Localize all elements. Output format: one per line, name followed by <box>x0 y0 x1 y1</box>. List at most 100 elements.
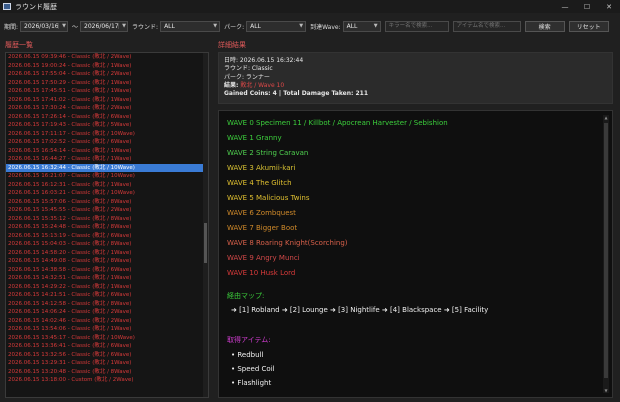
scrollbar-thumb[interactable] <box>204 223 207 263</box>
wave-line: WAVE 3 Akumii-kari <box>227 164 296 172</box>
history-row[interactable]: 2026.06.15 13:36:41 - Classic (敗北 / 6Wav… <box>6 342 208 351</box>
history-row[interactable]: 2026.06.15 14:12:58 - Classic (敗北 / 8Wav… <box>6 300 208 309</box>
acquired-item: • Redbull <box>231 351 264 359</box>
filter-toolbar: 期間: 2026/03/16 ▼ 〜 2026/06/17 ▼ ラウンド: AL… <box>0 18 620 34</box>
chevron-down-icon: ▼ <box>299 22 304 29</box>
history-row[interactable]: 2026.06.15 16:21:07 - Classic (敗北 / 10Wa… <box>6 172 208 181</box>
window-title: ラウンド履歴 <box>15 2 57 11</box>
history-row[interactable]: 2026.06.15 13:20:48 - Classic (敗北 / 8Wav… <box>6 368 208 377</box>
history-row[interactable]: 2026.06.15 17:30:24 - Classic (敗北 / 2Wav… <box>6 104 208 113</box>
history-row[interactable]: 2026.06.15 14:32:51 - Classic (敗北 / 1Wav… <box>6 274 208 283</box>
history-row[interactable]: 2026.06.15 14:38:58 - Classic (敗北 / 6Wav… <box>6 266 208 275</box>
summary-result: 結果: 敗北 / Wave 10 <box>224 82 607 90</box>
history-row[interactable]: 2026.06.15 15:57:06 - Classic (敗北 / 8Wav… <box>6 198 208 207</box>
close-button[interactable]: ✕ <box>598 0 620 13</box>
scroll-down-icon[interactable]: ▼ <box>603 388 609 393</box>
wave-label: 到達Wave: <box>310 23 341 31</box>
period-label: 期間: <box>4 23 19 31</box>
date-to-value: 2026/06/17 <box>84 22 119 30</box>
history-row[interactable]: 2026.06.15 13:18:00 - Custom (敗北 / 2Wave… <box>6 376 208 385</box>
history-row[interactable]: 2026.06.15 17:50:29 - Classic (敗北 / 1Wav… <box>6 79 208 88</box>
history-title: 履歴一覧 <box>5 41 33 49</box>
killer-search-input[interactable] <box>384 20 449 32</box>
app-icon <box>3 3 11 10</box>
date-from-value: 2026/03/16 <box>24 22 59 30</box>
detail-panel[interactable]: ▲ ▼ 経由マップ: ➜ [1] Robland ➜ [2] Lounge ➜ … <box>218 110 613 398</box>
tilde-label: 〜 <box>72 23 79 31</box>
history-row[interactable]: 2026.06.15 16:12:31 - Classic (敗北 / 1Wav… <box>6 181 208 190</box>
history-row[interactable]: 2026.06.15 17:11:17 - Classic (敗北 / 10Wa… <box>6 130 208 139</box>
wave-line: WAVE 1 Granny <box>227 134 282 142</box>
history-scrollbar[interactable] <box>203 53 208 397</box>
maximize-button[interactable]: ☐ <box>576 0 598 13</box>
history-row[interactable]: 2026.06.15 17:26:14 - Classic (敗北 / 6Wav… <box>6 113 208 122</box>
result-summary: 日時: 2026.06.15 16:32:44 ラウンド: Classic パー… <box>218 52 613 104</box>
detail-scrollbar[interactable]: ▲ ▼ <box>603 115 609 393</box>
minimize-button[interactable]: — <box>554 0 576 13</box>
wave-line: WAVE 8 Roaring Knight(Scorching) <box>227 239 348 247</box>
perk-select[interactable]: ALL ▼ <box>246 20 307 32</box>
summary-perk: パーク: ランナー <box>224 73 270 81</box>
title-bar: ラウンド履歴 — ☐ ✕ <box>0 0 620 13</box>
chevron-down-icon: ▼ <box>213 22 218 29</box>
history-row[interactable]: 2026.06.15 14:29:22 - Classic (敗北 / 1Wav… <box>6 283 208 292</box>
items-title: 取得アイテム: <box>227 336 271 344</box>
history-row[interactable]: 2026.06.15 15:13:19 - Classic (敗北 / 6Wav… <box>6 232 208 241</box>
result-value: 敗北 / Wave 10 <box>240 81 285 89</box>
history-row[interactable]: 2026.06.15 09:39:46 - Classic (敗北 / 2Wav… <box>6 53 208 62</box>
history-row[interactable]: 2026.06.15 15:35:12 - Classic (敗北 / 8Wav… <box>6 215 208 224</box>
history-row[interactable]: 2026.06.15 17:02:52 - Classic (敗北 / 6Wav… <box>6 138 208 147</box>
history-row[interactable]: 2026.06.15 13:45:17 - Classic (敗北 / 10Wa… <box>6 334 208 343</box>
chevron-down-icon: ▼ <box>58 22 67 29</box>
route-title: 経由マップ: <box>227 292 265 300</box>
history-row[interactable]: 2026.06.15 17:19:43 - Classic (敗北 / 5Wav… <box>6 121 208 130</box>
history-row[interactable]: 2026.06.15 15:04:03 - Classic (敗北 / 8Wav… <box>6 240 208 249</box>
history-row[interactable]: 2026.06.15 16:54:14 - Classic (敗北 / 1Wav… <box>6 147 208 156</box>
history-row[interactable]: 2026.06.15 16:44:27 - Classic (敗北 / 1Wav… <box>6 155 208 164</box>
acquired-item: • Flashlight <box>231 379 272 387</box>
date-from-picker[interactable]: 2026/03/16 ▼ <box>20 20 69 32</box>
wave-select[interactable]: ALL ▼ <box>342 20 381 32</box>
history-row[interactable]: 2026.06.15 14:02:46 - Classic (敗北 / 2Wav… <box>6 317 208 326</box>
round-select[interactable]: ALL ▼ <box>160 20 221 32</box>
perk-label: パーク: <box>224 23 245 31</box>
wave-line: WAVE 7 Bigger Boot <box>227 224 298 232</box>
summary-coins: Gained Coins: 4 | Total Damage Taken: 21… <box>224 90 369 98</box>
scrollbar-thumb[interactable] <box>604 123 608 378</box>
history-row[interactable]: 2026.06.15 13:54:06 - Classic (敗北 / 1Wav… <box>6 325 208 334</box>
chevron-down-icon: ▼ <box>118 22 127 29</box>
history-list[interactable]: 2026.06.15 09:39:46 - Classic (敗北 / 2Wav… <box>5 52 209 398</box>
wave-line: WAVE 10 Husk Lord <box>227 269 296 277</box>
history-row[interactable]: 2026.06.15 15:45:55 - Classic (敗北 / 2Wav… <box>6 206 208 215</box>
history-row[interactable]: 2026.06.15 17:55:04 - Classic (敗北 / 2Wav… <box>6 70 208 79</box>
history-row[interactable]: 2026.06.15 17:45:51 - Classic (敗北 / 1Wav… <box>6 87 208 96</box>
wave-value: ALL <box>346 22 358 30</box>
round-label: ラウンド: <box>132 23 159 31</box>
detail-title: 詳細結果 <box>218 41 246 49</box>
history-row[interactable]: 2026.06.15 19:00:24 - Classic (敗北 / 1Wav… <box>6 62 208 71</box>
date-to-picker[interactable]: 2026/06/17 ▼ <box>80 20 129 32</box>
reset-button[interactable]: リセット <box>568 20 609 32</box>
wave-line: WAVE 9 Angry Munci <box>227 254 300 262</box>
chevron-down-icon: ▼ <box>373 22 378 29</box>
result-label: 結果: <box>224 81 239 89</box>
history-row[interactable]: 2026.06.15 14:21:51 - Classic (敗北 / 6Wav… <box>6 291 208 300</box>
history-row[interactable]: 2026.06.15 14:49:08 - Classic (敗北 / 8Wav… <box>6 257 208 266</box>
history-row[interactable]: 2026.06.15 16:32:44 - Classic (敗北 / 10Wa… <box>6 163 208 172</box>
history-row[interactable]: 2026.06.15 14:58:20 - Classic (敗北 / 1Wav… <box>6 249 208 258</box>
perk-value: ALL <box>250 22 261 30</box>
item-search-input[interactable] <box>452 20 521 32</box>
history-row[interactable]: 2026.06.15 13:29:31 - Classic (敗北 / 1Wav… <box>6 359 208 368</box>
wave-line: WAVE 6 Zombquest <box>227 209 296 217</box>
wave-line: WAVE 2 String Caravan <box>227 149 309 157</box>
history-row[interactable]: 2026.06.15 15:24:48 - Classic (敗北 / 8Wav… <box>6 223 208 232</box>
history-row[interactable]: 2026.06.15 13:32:56 - Classic (敗北 / 6Wav… <box>6 351 208 360</box>
history-row[interactable]: 2026.06.15 17:41:02 - Classic (敗北 / 1Wav… <box>6 96 208 105</box>
history-row[interactable]: 2026.06.15 14:06:24 - Classic (敗北 / 2Wav… <box>6 308 208 317</box>
wave-line: WAVE 5 Malicious Twins <box>227 194 310 202</box>
summary-date: 日時: 2026.06.15 16:32:44 <box>224 57 304 64</box>
round-value: ALL <box>164 22 175 30</box>
scroll-up-icon[interactable]: ▲ <box>603 115 609 120</box>
search-button[interactable]: 検索 <box>524 20 565 32</box>
history-row[interactable]: 2026.06.15 16:03:21 - Classic (敗北 / 10Wa… <box>6 189 208 198</box>
